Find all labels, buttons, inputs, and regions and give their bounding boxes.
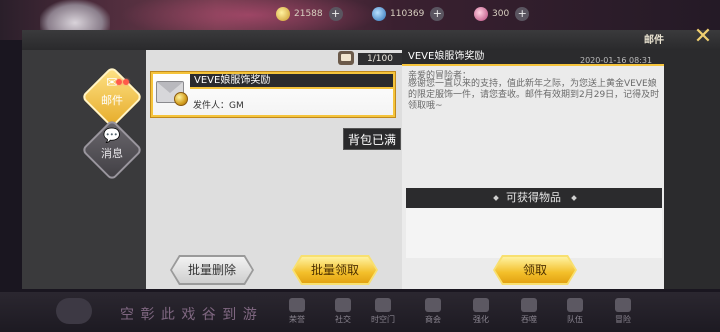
- team-icon: [567, 298, 583, 312]
- honor-icon: [289, 298, 305, 312]
- claim-button[interactable]: 领取: [495, 257, 575, 283]
- nav-portal[interactable]: 时空门: [368, 298, 398, 330]
- tab-messages-label: 消息: [101, 147, 123, 160]
- chat-bubble-button[interactable]: [56, 298, 92, 324]
- panel-title: 邮件: [644, 35, 664, 46]
- mail-counter: 1/100: [358, 53, 402, 65]
- portal-icon: [375, 298, 391, 312]
- tab-mail-label: 邮件: [101, 94, 123, 107]
- guild-icon: [425, 298, 441, 312]
- mailbox-icon: [338, 51, 354, 65]
- coin-attachment-icon: [174, 92, 188, 106]
- detail-title: VEVE娘服饰奖励: [408, 51, 485, 62]
- chat-icon: 💬: [103, 128, 121, 144]
- add-gold-button[interactable]: +: [328, 7, 343, 21]
- nav-team[interactable]: 队伍: [560, 298, 590, 330]
- mail-item-divider: [190, 87, 393, 89]
- nav-adventure[interactable]: 冒险: [608, 298, 638, 330]
- nav-honor[interactable]: 荣誉: [282, 298, 312, 330]
- bottom-banner-text: 空 彰 此 戏 谷 到 游: [120, 307, 258, 323]
- nav-social[interactable]: 社交: [328, 298, 358, 330]
- batch-claim-button[interactable]: 批量领取: [294, 257, 376, 283]
- adventure-icon: [615, 298, 631, 312]
- gold-amount: 21588: [294, 9, 323, 19]
- bag-full-notice: 背包已满: [343, 128, 401, 150]
- tab-messages-content[interactable]: 💬 消息: [90, 127, 134, 161]
- social-icon: [335, 298, 351, 312]
- envelope-icon: [156, 78, 188, 108]
- gold-resource: 21588 +: [276, 6, 343, 22]
- mail-item-title: VEVE娘服饰奖励: [194, 75, 271, 86]
- batch-delete-button[interactable]: 批量删除: [172, 257, 252, 283]
- crystal-resource: 110369 +: [372, 6, 445, 22]
- gem-icon: [474, 7, 488, 21]
- crystal-icon: [372, 7, 386, 21]
- close-button[interactable]: ✕: [690, 26, 716, 48]
- gem-amount: 300: [492, 9, 510, 19]
- devour-icon: [521, 298, 537, 312]
- add-crystal-button[interactable]: +: [430, 7, 445, 21]
- new-mail-badge: [116, 70, 130, 85]
- detail-divider: [402, 64, 664, 66]
- nav-devour[interactable]: 吞噬: [514, 298, 544, 330]
- panel-header: [22, 30, 720, 50]
- rewards-box: [406, 208, 662, 258]
- enhance-icon: [473, 298, 489, 312]
- detail-body: 感谢您一直以来的支持，值此新年之际，为您送上黄金VEVE娘的限定服饰一件，请您查…: [408, 79, 660, 111]
- gem-resource: 300 +: [474, 6, 530, 22]
- add-gem-button[interactable]: +: [515, 7, 530, 21]
- gold-coin-icon: [276, 7, 290, 21]
- nav-guild[interactable]: 商会: [418, 298, 448, 330]
- crystal-amount: 110369: [390, 9, 425, 19]
- mail-item-sender: 发件人：GM: [193, 101, 244, 111]
- nav-enhance[interactable]: 强化: [466, 298, 496, 330]
- rewards-label: 可获得物品: [506, 191, 561, 204]
